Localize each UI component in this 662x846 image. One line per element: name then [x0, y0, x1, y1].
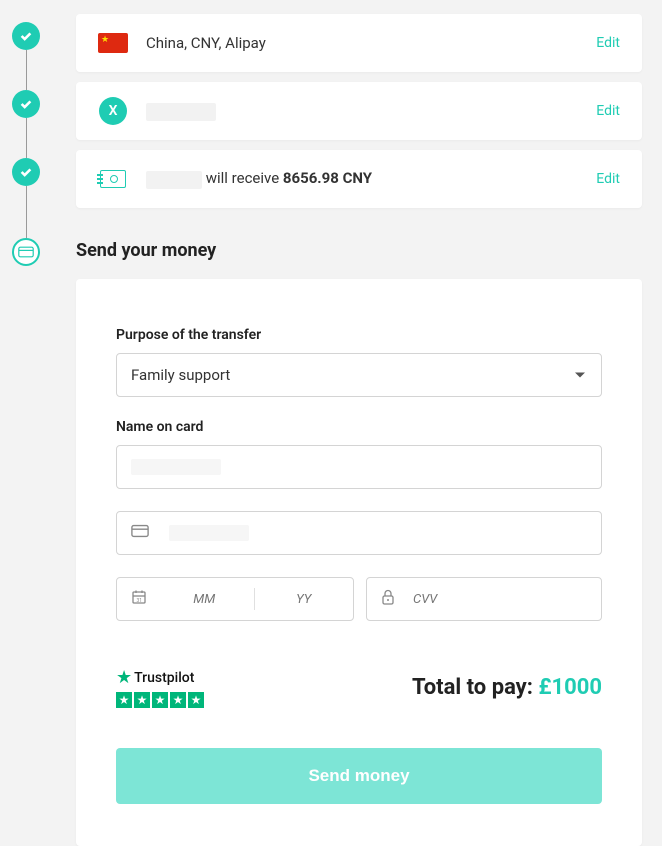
total-to-pay: Total to pay: £1000 [412, 675, 602, 700]
edit-amount-link[interactable]: Edit [596, 171, 620, 187]
trustpilot-star-icon: ★ [116, 667, 132, 688]
recipient-name-redacted [146, 103, 216, 121]
receive-amount: 8656.98 CNY [283, 169, 372, 187]
check-icon [19, 97, 33, 111]
svg-text:31: 31 [137, 598, 143, 604]
summary-recipient-card: X Edit [76, 82, 642, 140]
total-amount: £1000 [538, 675, 602, 700]
section-title: Send your money [76, 240, 642, 261]
name-redacted [131, 459, 221, 475]
summary-amount-card: will receive 8656.98 CNY Edit [76, 150, 642, 208]
card-icon [18, 246, 34, 258]
step-2-done [12, 90, 40, 118]
purpose-label: Purpose of the transfer [116, 327, 602, 343]
edit-destination-link[interactable]: Edit [596, 35, 620, 51]
summary-destination-card: China, CNY, Alipay Edit [76, 14, 642, 72]
payment-panel: Purpose of the transfer Family support N… [76, 279, 642, 846]
expiry-input-group: 31 [116, 577, 354, 621]
card-number-input[interactable] [116, 511, 602, 555]
calendar-icon: 31 [131, 589, 147, 609]
card-icon [131, 524, 149, 542]
cvv-text-field[interactable] [413, 592, 587, 607]
progress-steps [12, 22, 40, 266]
check-icon [19, 29, 33, 43]
name-on-card-input[interactable] [116, 445, 602, 489]
chevron-down-icon [575, 373, 585, 378]
money-icon [100, 170, 126, 188]
card-number-redacted [169, 525, 249, 541]
step-3-done [12, 158, 40, 186]
total-label: Total to pay: [412, 675, 538, 700]
trustpilot-badge: ★ Trustpilot ★ ★ ★ ★ ★ [116, 667, 204, 708]
trustpilot-rating: ★ ★ ★ ★ ★ [116, 692, 204, 708]
step-1-done [12, 22, 40, 50]
send-money-button[interactable]: Send money [116, 748, 602, 804]
cvv-input[interactable] [366, 577, 602, 621]
expiry-year-input[interactable] [254, 592, 353, 607]
name-on-card-label: Name on card [116, 419, 602, 435]
receive-prefix: will receive [206, 169, 283, 187]
step-connector [26, 50, 27, 90]
step-4-current [12, 238, 40, 266]
destination-label: China, CNY, Alipay [146, 34, 596, 52]
purpose-value: Family support [131, 366, 230, 384]
china-flag-icon [98, 33, 128, 53]
step-connector [26, 118, 27, 158]
expiry-month-input[interactable] [155, 592, 254, 607]
recipient-name-redacted [146, 171, 202, 189]
lock-icon [381, 589, 395, 609]
step-connector [26, 186, 27, 238]
purpose-select[interactable]: Family support [116, 353, 602, 397]
edit-recipient-link[interactable]: Edit [596, 103, 620, 119]
recipient-avatar: X [99, 97, 127, 125]
trustpilot-label: Trustpilot [134, 670, 194, 686]
check-icon [19, 165, 33, 179]
